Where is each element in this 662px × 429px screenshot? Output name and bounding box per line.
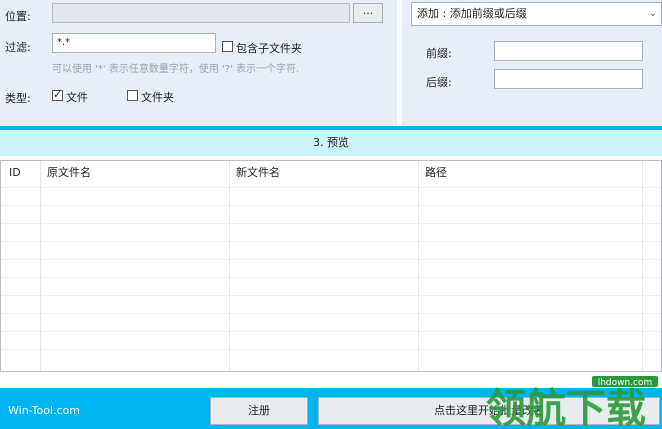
type-file-checkbox[interactable]: 文件	[52, 88, 112, 104]
include-subfolders-label: 包含子文件夹	[236, 42, 302, 55]
location-label: 位置:	[5, 10, 31, 23]
row-line	[1, 313, 661, 314]
column-divider	[642, 161, 643, 371]
row-line	[1, 241, 661, 242]
type-file-check-icon	[52, 88, 63, 101]
type-file-label: 文件	[66, 91, 88, 104]
type-folder-check-icon	[127, 90, 138, 101]
filter-hint: 可以使用 '*' 表示任意数量字符，使用 '?' 表示一个字符.	[52, 64, 300, 75]
location-input[interactable]	[52, 3, 350, 23]
svg-text:领航下载: 领航下载	[486, 386, 646, 428]
row-line	[1, 331, 661, 332]
rule-mode-value: 添加 : 添加前缀或后缀	[417, 7, 527, 20]
chevron-down-icon: ⌄	[648, 8, 657, 19]
column-header-original-name[interactable]: 原文件名	[39, 161, 229, 183]
preview-table[interactable]: ID 原文件名 新文件名 路径	[0, 160, 662, 372]
type-folder-checkbox[interactable]: 文件夹	[127, 89, 197, 104]
column-header-path[interactable]: 路径	[417, 161, 642, 183]
type-folder-label: 文件夹	[141, 91, 174, 104]
suffix-input[interactable]	[494, 69, 643, 89]
row-line	[1, 277, 661, 278]
prefix-label: 前缀:	[426, 47, 452, 60]
row-line	[1, 259, 661, 260]
rule-mode-select[interactable]: 添加 : 添加前缀或后缀 ⌄	[411, 2, 662, 26]
column-divider	[40, 161, 41, 371]
column-header-new-name[interactable]: 新文件名	[228, 161, 418, 183]
type-label: 类型:	[5, 92, 31, 105]
filter-label: 过滤:	[5, 41, 31, 54]
filter-input[interactable]: *.*	[52, 33, 216, 53]
preview-title: 3. 预览	[0, 130, 662, 156]
row-line	[1, 205, 661, 206]
row-line	[1, 187, 661, 188]
prefix-input[interactable]	[494, 41, 643, 61]
brand-link[interactable]: Win-Tool.com	[8, 404, 80, 417]
watermark-logo: lhdown.com 领航下载	[486, 376, 658, 428]
include-subfolders-check-icon	[222, 41, 233, 52]
row-line	[1, 223, 661, 224]
browse-button[interactable]: ...	[353, 3, 383, 23]
suffix-label: 后缀:	[426, 76, 452, 89]
column-divider	[229, 161, 230, 371]
include-subfolders-checkbox[interactable]: 包含子文件夹	[222, 40, 342, 55]
register-button[interactable]: 注册	[210, 397, 308, 425]
column-divider	[418, 161, 419, 371]
column-header-id[interactable]: ID	[1, 161, 41, 183]
row-line	[1, 295, 661, 296]
row-line	[1, 349, 661, 350]
